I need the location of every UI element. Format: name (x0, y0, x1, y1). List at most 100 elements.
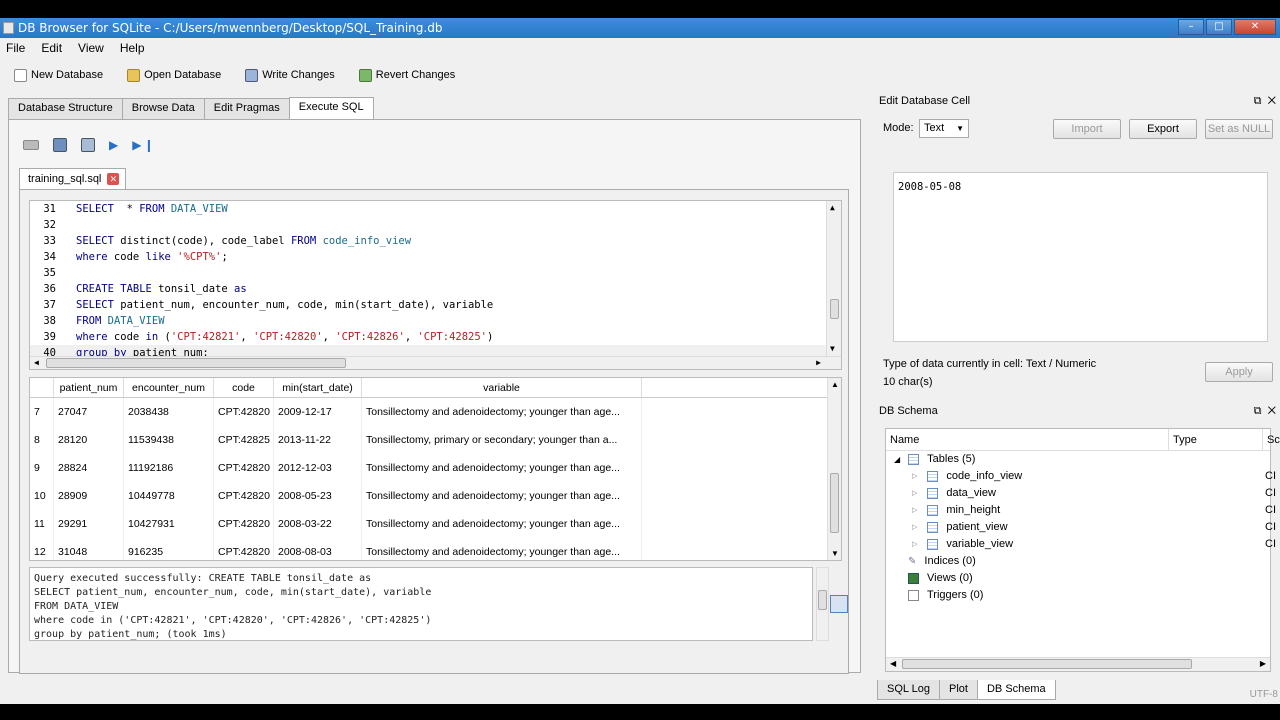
column-header[interactable]: encounter_num (124, 378, 214, 397)
tables-node[interactable]: ◢ Tables (5) (886, 451, 1270, 468)
table-cell[interactable]: 11539438 (124, 426, 214, 454)
column-header[interactable]: code (214, 378, 274, 397)
row-number[interactable]: 9 (30, 454, 54, 482)
editor-line[interactable]: 32 (30, 217, 841, 233)
table-cell[interactable]: 916235 (124, 538, 214, 560)
table-cell[interactable]: Tonsillectomy and adenoidectomy; younger… (362, 454, 642, 482)
set-null-button[interactable]: Set as NULL (1205, 119, 1273, 139)
table-cell[interactable]: 27047 (54, 398, 124, 426)
editor-line[interactable]: 36 CREATE TABLE tonsil_date as (30, 281, 841, 297)
row-number[interactable]: 8 (30, 426, 54, 454)
schema-table-item[interactable]: ▷ min_height CI (886, 502, 1276, 519)
schema-table-item[interactable]: ▷ variable_view CI (886, 536, 1276, 553)
schema-table-item[interactable]: ▷ code_info_view CI (886, 468, 1276, 485)
editor-line[interactable]: 37 SELECT patient_num, encounter_num, cod… (30, 297, 841, 313)
schema-table-item[interactable]: ▷ data_view CI (886, 485, 1276, 502)
column-header[interactable]: min(start_date) (274, 378, 362, 397)
mode-select[interactable]: Text ▼ (919, 119, 969, 138)
table-row[interactable]: 12 31048 916235 CPT:42820 2008-08-03 Tonsille… (30, 538, 828, 560)
table-cell[interactable]: CPT:42825 (214, 426, 274, 454)
execute-all-icon[interactable]: ▶ (109, 138, 118, 152)
table-cell[interactable]: 28909 (54, 482, 124, 510)
table-row[interactable]: 8 28120 11539438 CPT:42825 2013-11-22 Tonsill… (30, 426, 828, 454)
expand-arrow-icon[interactable]: ▷ (912, 519, 917, 536)
menu-help[interactable]: Help (120, 38, 145, 58)
message-scrollbar[interactable] (816, 567, 829, 641)
schema-col-schema[interactable]: Sc (1262, 429, 1280, 451)
column-header[interactable]: variable (362, 378, 642, 397)
revert-changes-button[interactable]: Revert Changes (358, 68, 455, 82)
close-tab-icon[interactable]: ✕ (107, 173, 120, 185)
tab-browse-data[interactable]: Browse Data (121, 98, 205, 119)
expand-arrow-icon[interactable]: ▷ (912, 502, 917, 519)
table-cell[interactable]: 29291 (54, 510, 124, 538)
indices-node[interactable]: ✎ Indices (0) (886, 553, 1270, 570)
table-cell[interactable]: Tonsillectomy, primary or secondary; you… (362, 426, 642, 454)
editor-vertical-scrollbar[interactable]: ▲ ▼ (826, 201, 841, 369)
float-dock-icon[interactable]: ⧉ (1254, 405, 1262, 417)
editor-line[interactable]: 33 SELECT distinct(code), code_label FROM… (30, 233, 841, 249)
table-row[interactable]: 9 28824 11192186 CPT:42820 2012-12-03 Tonsill… (30, 454, 828, 482)
expand-arrow-icon[interactable]: ◢ (894, 451, 900, 468)
scroll-right-arrow[interactable]: ▶ (1260, 659, 1266, 668)
tab-plot[interactable]: Plot (939, 680, 978, 700)
row-number[interactable]: 10 (30, 482, 54, 510)
message-scroll-thumb[interactable] (818, 590, 827, 610)
table-cell[interactable]: 28824 (54, 454, 124, 482)
import-button[interactable]: Import (1053, 119, 1121, 139)
open-sql-file-icon[interactable] (53, 138, 67, 152)
write-changes-button[interactable]: Write Changes (245, 68, 335, 82)
execute-line-icon[interactable]: ▶ ❙ (132, 138, 154, 152)
schema-hscrollbar[interactable]: ◀ ▶ (886, 657, 1270, 671)
table-cell[interactable]: 10449778 (124, 482, 214, 510)
tab-db-schema[interactable]: DB Schema (976, 680, 1056, 700)
schema-hscroll-thumb[interactable] (902, 659, 1192, 669)
table-cell[interactable]: Tonsillectomy and adenoidectomy; younger… (362, 538, 642, 560)
expand-arrow-icon[interactable]: ▷ (912, 536, 917, 553)
close-dock-icon[interactable]: ✕ (1268, 405, 1276, 417)
editor-horizontal-scrollbar[interactable]: ◀ ▶ (30, 356, 841, 369)
table-cell[interactable]: 2009-12-17 (274, 398, 362, 426)
export-button[interactable]: Export (1129, 119, 1197, 139)
editor-line[interactable]: 35 (30, 265, 841, 281)
table-cell[interactable]: 2012-12-03 (274, 454, 362, 482)
close-dock-icon[interactable]: ✕ (1268, 95, 1276, 107)
table-row[interactable]: 10 28909 10449778 CPT:42820 2008-05-23 Tonsil… (30, 482, 828, 510)
table-cell[interactable]: CPT:42820 (214, 398, 274, 426)
table-cell[interactable]: CPT:42820 (214, 482, 274, 510)
scroll-up-arrow[interactable]: ▲ (831, 380, 839, 389)
table-cell[interactable]: Tonsillectomy and adenoidectomy; younger… (362, 482, 642, 510)
menu-edit[interactable]: Edit (41, 38, 62, 58)
editor-hscroll-thumb[interactable] (46, 358, 346, 368)
expand-arrow-icon[interactable]: ▷ (912, 468, 917, 485)
row-number[interactable]: 7 (30, 398, 54, 426)
save-results-icon[interactable] (830, 595, 848, 613)
table-cell[interactable]: CPT:42820 (214, 510, 274, 538)
editor-scroll-thumb[interactable] (830, 299, 839, 319)
table-cell[interactable]: 28120 (54, 426, 124, 454)
maximize-button[interactable]: □ (1206, 19, 1232, 35)
tab-sql-log[interactable]: SQL Log (877, 680, 941, 700)
table-row[interactable]: 7 27047 2038438 CPT:42820 2009-12-17 Tonsille… (30, 398, 828, 426)
schema-col-type[interactable]: Type (1168, 429, 1197, 451)
table-cell[interactable]: 11192186 (124, 454, 214, 482)
row-number[interactable]: 11 (30, 510, 54, 538)
open-tab-icon[interactable] (23, 140, 39, 150)
schema-col-name[interactable]: Name (890, 429, 919, 451)
table-cell[interactable]: 2038438 (124, 398, 214, 426)
sql-editor[interactable]: 31 SELECT * FROM DATA_VIEW 32 33 SELECT dist… (29, 200, 842, 370)
scroll-left-arrow[interactable]: ◀ (34, 358, 39, 367)
table-cell[interactable]: Tonsillectomy and adenoidectomy; younger… (362, 510, 642, 538)
sql-file-tab[interactable]: training_sql.sql ✕ (19, 168, 127, 189)
scroll-up-arrow[interactable]: ▲ (830, 203, 835, 212)
table-cell[interactable]: Tonsillectomy and adenoidectomy; younger… (362, 398, 642, 426)
new-database-button[interactable]: New Database (14, 68, 103, 82)
table-cell[interactable]: 2008-03-22 (274, 510, 362, 538)
scroll-left-arrow[interactable]: ◀ (890, 659, 896, 668)
float-dock-icon[interactable]: ⧉ (1254, 95, 1262, 107)
editor-line[interactable]: 34 where code like '%CPT%'; (30, 249, 841, 265)
views-node[interactable]: Views (0) (886, 570, 1270, 587)
cell-value-editor[interactable]: 2008-05-08 (893, 172, 1268, 342)
scroll-down-arrow[interactable]: ▼ (830, 344, 835, 353)
table-cell[interactable]: 2013-11-22 (274, 426, 362, 454)
